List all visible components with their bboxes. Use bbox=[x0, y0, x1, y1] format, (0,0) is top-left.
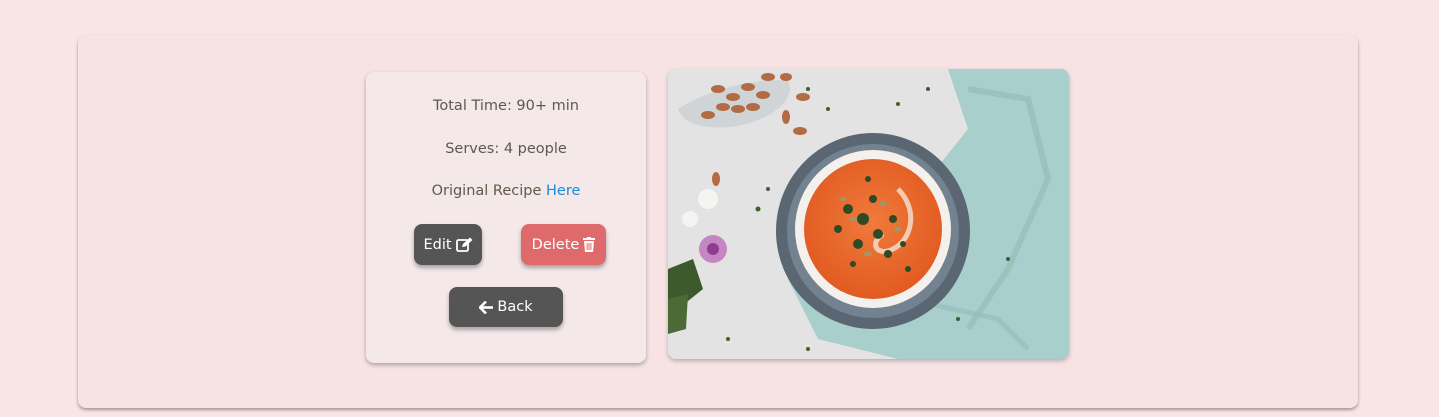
original-recipe: Original Recipe Here bbox=[366, 183, 646, 199]
original-recipe-link[interactable]: Here bbox=[546, 183, 580, 199]
arrow-left-icon bbox=[479, 300, 494, 314]
soup-image bbox=[668, 69, 1069, 359]
total-time: Total Time: 90+ min bbox=[366, 98, 646, 114]
original-recipe-text: Original Recipe bbox=[431, 183, 542, 199]
recipe-info-card: Total Time: 90+ min Serves: 4 people Ori… bbox=[366, 72, 646, 363]
serves: Serves: 4 people bbox=[366, 141, 646, 157]
delete-button[interactable]: Delete bbox=[521, 224, 606, 265]
edit-button[interactable]: Edit bbox=[414, 224, 482, 265]
trash-icon bbox=[583, 237, 596, 252]
edit-icon bbox=[455, 237, 473, 252]
edit-button-label: Edit bbox=[423, 236, 452, 253]
serves-text: Serves: 4 people bbox=[445, 141, 567, 157]
total-time-text: Total Time: 90+ min bbox=[432, 98, 579, 114]
delete-button-label: Delete bbox=[531, 236, 580, 253]
recipe-photo bbox=[668, 69, 1069, 359]
back-button[interactable]: Back bbox=[449, 287, 563, 327]
back-button-label: Back bbox=[497, 299, 533, 315]
